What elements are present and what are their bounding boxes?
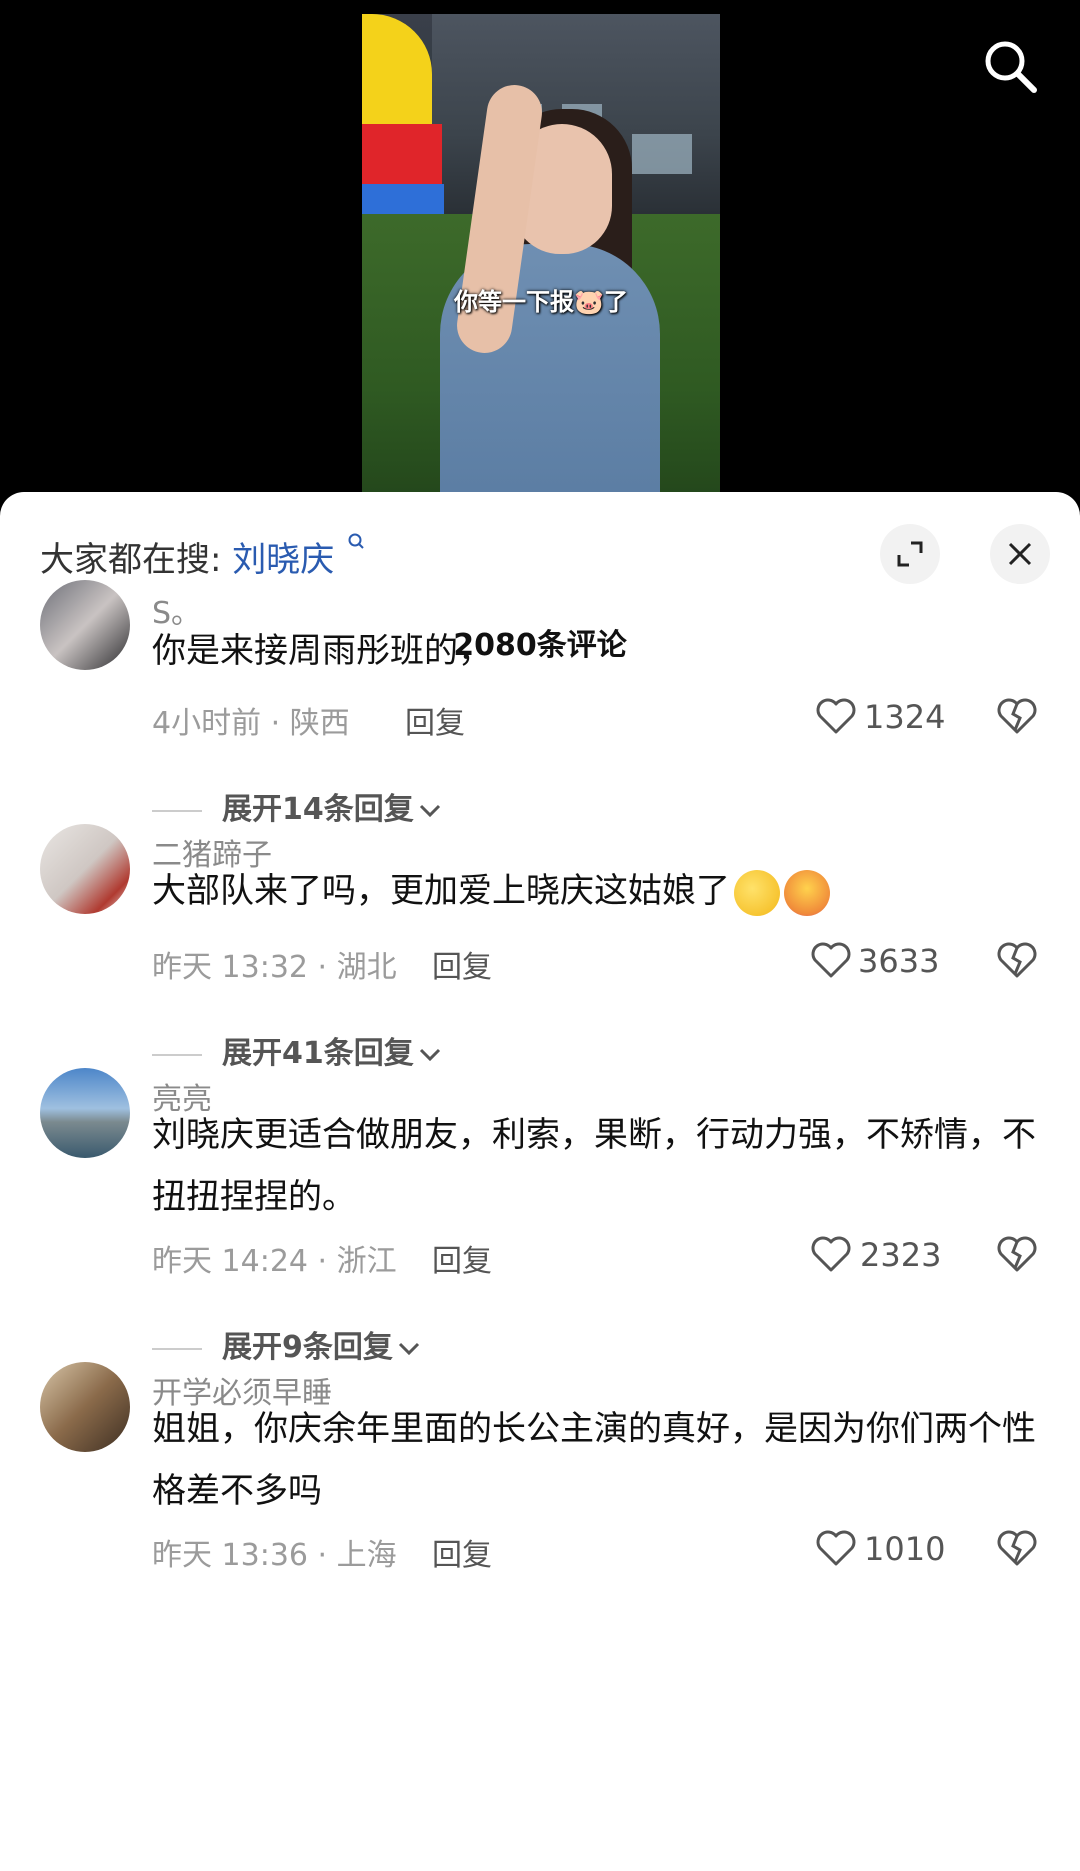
expand-replies-button[interactable]: 展开41条回复 bbox=[152, 1028, 442, 1072]
comment-sheet: 大家都在搜: 刘晓庆 2080条评论 S。 你是来接周雨彤班的， 4小时前 · … bbox=[0, 492, 1080, 1871]
reply-button[interactable]: 回复 bbox=[432, 942, 492, 986]
expand-replies-button[interactable]: 展开9条回复 bbox=[152, 1322, 421, 1366]
comment-text: 你是来接周雨彤班的， bbox=[152, 631, 492, 671]
like-button[interactable] bbox=[810, 1234, 852, 1278]
broken-heart-icon bbox=[997, 1236, 1037, 1272]
inflatable-blue bbox=[362, 184, 444, 214]
inflatable-red bbox=[362, 124, 442, 184]
avatar[interactable] bbox=[40, 1362, 130, 1452]
expand-replies-label: 展开9条回复 bbox=[222, 1330, 393, 1365]
like-count: 1324 bbox=[864, 698, 946, 736]
search-icon bbox=[348, 533, 364, 549]
broken-heart-icon bbox=[997, 942, 1037, 978]
expand-replies-label: 展开14条回复 bbox=[222, 792, 414, 827]
broken-heart-icon bbox=[997, 698, 1037, 734]
inflatable-yellow bbox=[362, 14, 432, 124]
chevron-down-icon bbox=[398, 1342, 419, 1355]
like-count: 3633 bbox=[858, 942, 940, 980]
close-icon bbox=[1008, 542, 1032, 566]
broken-heart-icon bbox=[997, 1530, 1037, 1566]
heart-icon bbox=[811, 942, 851, 978]
avatar[interactable] bbox=[40, 580, 130, 670]
close-button[interactable] bbox=[990, 524, 1050, 584]
video-frame[interactable]: 你等一下报🐷了 bbox=[362, 14, 720, 500]
like-count: 2323 bbox=[860, 1236, 942, 1274]
video-subtitle: 你等一下报🐷了 bbox=[454, 288, 628, 316]
hugging-emoji-icon bbox=[784, 869, 830, 916]
divider-line bbox=[152, 1347, 202, 1350]
dislike-button[interactable] bbox=[996, 1528, 1038, 1572]
dislike-button[interactable] bbox=[996, 1234, 1038, 1278]
reply-button[interactable]: 回复 bbox=[432, 1236, 492, 1280]
like-button[interactable] bbox=[815, 1528, 857, 1572]
video-area[interactable]: 你等一下报🐷了 bbox=[0, 0, 1080, 500]
heart-icon bbox=[816, 698, 856, 734]
reply-button[interactable]: 回复 bbox=[432, 1530, 492, 1574]
divider-line bbox=[152, 1053, 202, 1056]
dislike-button[interactable] bbox=[996, 696, 1038, 740]
reply-button[interactable]: 回复 bbox=[405, 698, 465, 742]
divider-line bbox=[152, 809, 202, 812]
comment-text: 刘晓庆更适合做朋友，利索，果断，行动力强，不矫情，不扭扭捏捏的。 bbox=[152, 1115, 1036, 1217]
comment-text: 姐姐，你庆余年里面的长公主演的真好，是因为你们两个性格差不多吗 bbox=[152, 1409, 1036, 1511]
comment-text-content: 大部队来了吗，更加爱上晓庆这姑娘了 bbox=[152, 871, 730, 911]
chevron-down-icon bbox=[419, 804, 440, 817]
expand-replies-button[interactable]: 展开14条回复 bbox=[152, 784, 442, 828]
heart-icon bbox=[811, 1236, 851, 1272]
search-button[interactable] bbox=[980, 36, 1040, 96]
hot-search-keyword[interactable]: 刘晓庆 bbox=[232, 540, 334, 580]
grinning-emoji-icon bbox=[734, 869, 780, 916]
hot-search-prefix: 大家都在搜: bbox=[40, 540, 222, 580]
chevron-down-icon bbox=[419, 1048, 440, 1061]
comment-meta: 昨天 13:36 · 上海 bbox=[152, 1538, 397, 1573]
comment-text: 大部队来了吗，更加爱上晓庆这姑娘了 bbox=[152, 860, 1042, 922]
avatar[interactable] bbox=[40, 824, 130, 914]
search-icon bbox=[985, 41, 1037, 93]
like-button[interactable] bbox=[810, 940, 852, 984]
avatar[interactable] bbox=[40, 1068, 130, 1158]
expand-replies-label: 展开41条回复 bbox=[222, 1036, 414, 1071]
like-button[interactable] bbox=[815, 696, 857, 740]
dislike-button[interactable] bbox=[996, 940, 1038, 984]
comment-meta: 4小时前 · 陕西 bbox=[152, 706, 350, 741]
expand-button[interactable] bbox=[880, 524, 940, 584]
like-count: 1010 bbox=[864, 1530, 946, 1568]
comment-meta: 昨天 13:32 · 湖北 bbox=[152, 950, 397, 985]
heart-icon bbox=[816, 1530, 856, 1566]
hot-search-bar[interactable]: 大家都在搜: 刘晓庆 bbox=[40, 532, 365, 581]
expand-icon bbox=[897, 541, 923, 567]
comment-meta: 昨天 14:24 · 浙江 bbox=[152, 1244, 397, 1279]
